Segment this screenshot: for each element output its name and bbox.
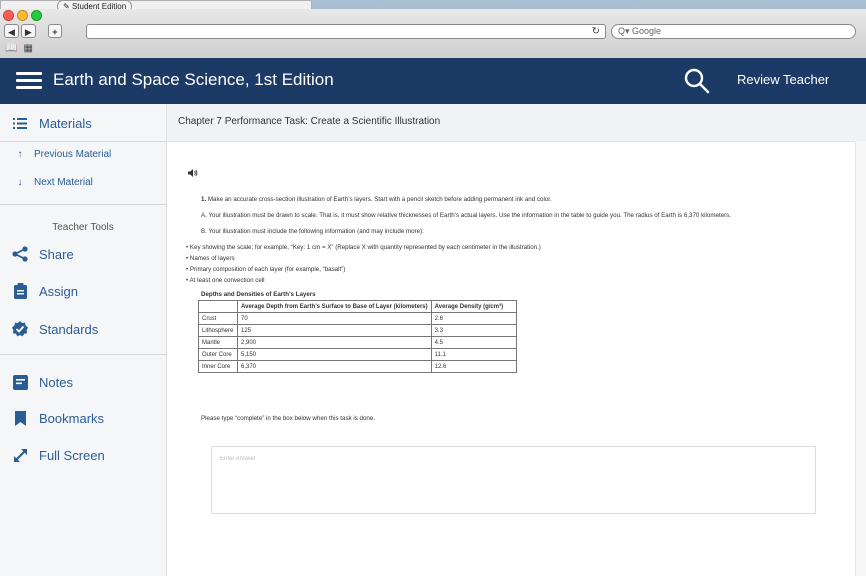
table-cell: 11.1 bbox=[430, 348, 517, 361]
completion-prompt: Please type “complete” in the box below … bbox=[201, 415, 376, 422]
reload-icon[interactable]: ↻ bbox=[592, 25, 600, 38]
sidebar-item-previous[interactable]: ↑ Previous Material bbox=[11, 149, 112, 160]
teacher-tools-label: Teacher Tools bbox=[52, 222, 114, 233]
zoom-window-icon[interactable] bbox=[31, 10, 42, 21]
window-controls bbox=[3, 10, 42, 21]
layers-table: Average Depth from Earth’s Surface to Ba… bbox=[198, 300, 517, 373]
sidebar-item-label: Next Material bbox=[34, 177, 93, 188]
clipboard-icon bbox=[11, 283, 29, 299]
main-content: Chapter 7 Performance Task: Create a Sci… bbox=[167, 104, 866, 576]
question-1: 1. Make an accurate cross-section illust… bbox=[201, 196, 552, 203]
browser-chrome: ◀ ▶ + ↻ Q▾ Google 📖 ▦ bbox=[0, 9, 866, 59]
sidebar-item-bookmarks[interactable]: Bookmarks bbox=[11, 411, 104, 426]
sidebar-item-label: Assign bbox=[39, 283, 79, 299]
list-item: • At least one convection cell bbox=[186, 277, 265, 284]
top-sites-icon[interactable]: ▦ bbox=[23, 43, 32, 54]
table-header: Average Density (g/cm³) bbox=[430, 300, 517, 313]
requirement-a: A. Your illustration must be drawn to sc… bbox=[201, 212, 731, 219]
answer-box[interactable] bbox=[211, 446, 816, 514]
scrollbar[interactable] bbox=[855, 141, 866, 576]
table-cell: 4.5 bbox=[430, 336, 517, 349]
sidebar-item-label: Full Screen bbox=[39, 448, 105, 463]
forward-button[interactable]: ▶ bbox=[20, 24, 36, 38]
answer-input[interactable] bbox=[218, 455, 802, 463]
expand-icon bbox=[11, 448, 29, 463]
table-cell: Outer Core bbox=[198, 348, 238, 361]
chapter-title: Chapter 7 Performance Task: Create a Sci… bbox=[178, 116, 441, 127]
requirement-b: B. Your illustration must include the fo… bbox=[201, 228, 424, 235]
divider bbox=[0, 141, 166, 142]
table-row: Crust 70 2.6 bbox=[198, 312, 517, 325]
address-bar[interactable]: ↻ bbox=[86, 24, 606, 39]
bookmarks-bar: 📖 ▦ bbox=[5, 43, 33, 54]
sidebar-item-materials[interactable]: Materials bbox=[11, 116, 92, 131]
table-cell: 3.3 bbox=[430, 324, 517, 337]
speaker-icon[interactable] bbox=[188, 168, 198, 178]
table-row: Lithosphere 125 3.3 bbox=[198, 324, 517, 337]
sidebar-item-label: Bookmarks bbox=[39, 411, 105, 426]
sidebar-item-label: Previous Material bbox=[34, 149, 112, 160]
notes-icon bbox=[11, 375, 29, 390]
table-cell: 6,370 bbox=[237, 360, 432, 373]
sidebar-item-label: Notes bbox=[39, 375, 73, 390]
divider bbox=[0, 204, 166, 205]
list-item: • Names of layers bbox=[186, 255, 235, 262]
table-cell: Mantle bbox=[198, 336, 238, 349]
sidebar-item-fullscreen[interactable]: Full Screen bbox=[11, 448, 105, 463]
browser-search-field[interactable]: Q▾ Google bbox=[611, 24, 856, 39]
search-icon[interactable] bbox=[683, 67, 711, 95]
table-title: Depths and Densities of Earth’s Layers bbox=[201, 291, 316, 298]
menu-icon[interactable] bbox=[16, 72, 42, 90]
badge-check-icon bbox=[11, 321, 29, 337]
arrow-down-icon: ↓ bbox=[17, 177, 23, 188]
sidebar-item-notes[interactable]: Notes bbox=[11, 375, 73, 390]
table-cell: Inner Core bbox=[198, 360, 238, 373]
sidebar: Materials ↑ Previous Material ↓ Next Mat… bbox=[0, 104, 167, 576]
sidebar-item-next[interactable]: ↓ Next Material bbox=[11, 177, 93, 188]
reading-list-icon[interactable]: 📖 bbox=[5, 43, 17, 54]
back-button[interactable]: ◀ bbox=[4, 24, 19, 38]
app-header: Earth and Space Science, 1st Edition Rev… bbox=[0, 58, 866, 104]
table-cell: Lithosphere bbox=[198, 324, 238, 337]
table-row: Outer Core 5,150 11.1 bbox=[198, 348, 517, 361]
sidebar-item-label: Share bbox=[39, 246, 74, 262]
table-row: Mantle 2,900 4.5 bbox=[198, 336, 517, 349]
list-icon bbox=[11, 118, 29, 129]
chapter-bar: Chapter 7 Performance Task: Create a Sci… bbox=[167, 104, 866, 142]
table-cell: 5,150 bbox=[237, 348, 432, 361]
table-cell: 125 bbox=[237, 324, 432, 337]
table-row: Inner Core 6,370 12.6 bbox=[198, 360, 517, 373]
new-tab-button[interactable]: + bbox=[47, 24, 62, 38]
sidebar-item-share[interactable]: Share bbox=[11, 246, 74, 262]
bookmark-icon bbox=[11, 411, 29, 426]
divider bbox=[0, 354, 166, 355]
sidebar-item-assign[interactable]: Assign bbox=[11, 283, 78, 299]
app-title: Earth and Space Science, 1st Edition bbox=[53, 70, 334, 89]
arrow-up-icon: ↑ bbox=[17, 149, 23, 160]
share-icon bbox=[11, 246, 29, 262]
list-item: • Primary composition of each layer (for… bbox=[186, 266, 346, 273]
table-header-row: Average Depth from Earth’s Surface to Ba… bbox=[198, 300, 517, 313]
table-cell: 12.6 bbox=[430, 360, 517, 373]
sidebar-item-standards[interactable]: Standards bbox=[11, 321, 98, 337]
sidebar-item-label: Standards bbox=[39, 321, 99, 337]
user-name[interactable]: Review Teacher bbox=[737, 72, 829, 87]
nav-buttons: ◀ ▶ + bbox=[4, 24, 62, 38]
table-cell: 2.6 bbox=[430, 312, 517, 325]
sidebar-item-label: Materials bbox=[39, 116, 92, 131]
close-window-icon[interactable] bbox=[3, 10, 14, 21]
minimize-window-icon[interactable] bbox=[17, 10, 28, 21]
table-header bbox=[198, 300, 238, 313]
table-header: Average Depth from Earth’s Surface to Ba… bbox=[237, 300, 432, 313]
table-cell: 70 bbox=[237, 312, 432, 325]
browser-window: ◀ ▶ + ↻ Q▾ Google 📖 ▦ Earth and Space Sc… bbox=[0, 9, 866, 576]
list-item: • Key showing the scale; for example, “K… bbox=[186, 244, 541, 251]
table-cell: Crust bbox=[198, 312, 238, 325]
table-cell: 2,900 bbox=[237, 336, 432, 349]
